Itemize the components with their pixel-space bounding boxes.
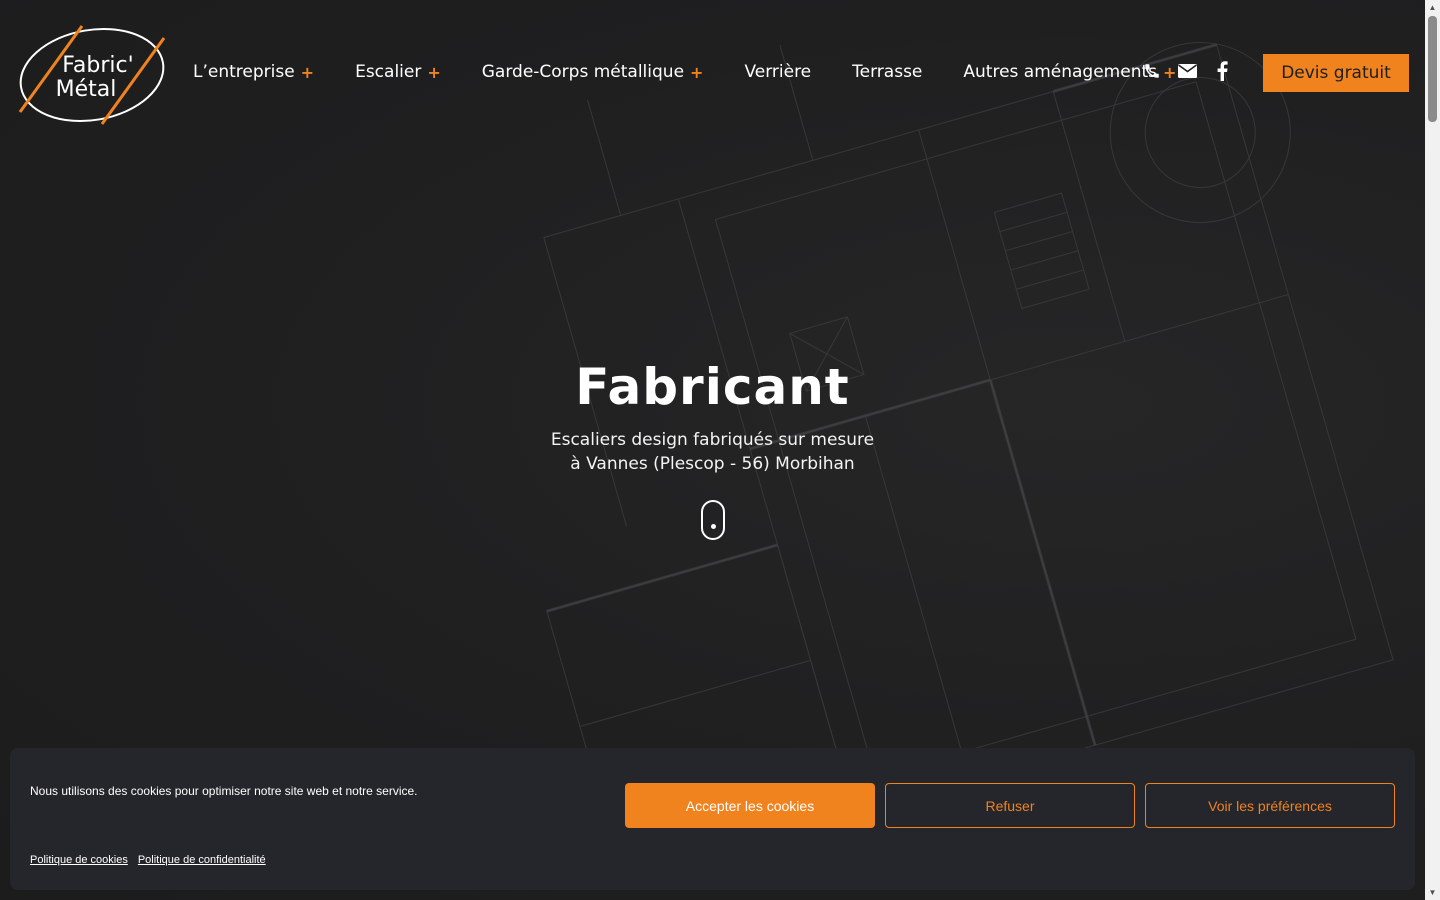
nav-item-label: Garde-Corps métallique xyxy=(481,62,685,82)
nav-item-entreprise[interactable]: L’entreprise + xyxy=(193,58,314,86)
nav-item-terrasse[interactable]: Terrasse xyxy=(852,58,922,86)
scroll-thumb[interactable] xyxy=(1428,16,1437,122)
nav-item-label: Autres aménagements xyxy=(963,62,1157,82)
mouse-wheel-dot xyxy=(711,524,716,529)
privacy-policy-link[interactable]: Politique de confidentialité xyxy=(138,854,266,866)
view-preferences-button[interactable]: Voir les préférences xyxy=(1145,783,1395,828)
logo-text-line2: Métal xyxy=(56,77,117,102)
hero-subtitle: Escaliers design fabriqués sur mesure à … xyxy=(0,428,1425,476)
page-scrollbar[interactable]: ▲ ▼ xyxy=(1425,0,1440,900)
nav-item-label: Verrière xyxy=(744,62,812,82)
main-navigation: L’entreprise + Escalier + Garde-Corps mé… xyxy=(193,58,1217,86)
nav-item-label: Terrasse xyxy=(852,62,923,82)
logo-text-line1: Fabric' xyxy=(62,53,133,78)
site-header: Fabric' Métal L’entreprise + Escalier + … xyxy=(0,0,1425,145)
cookie-policy-links: Politique de cookies Politique de confid… xyxy=(30,854,276,866)
devis-gratuit-button[interactable]: Devis gratuit xyxy=(1263,54,1409,92)
refuse-cookies-button[interactable]: Refuser xyxy=(885,783,1135,828)
nav-item-verriere[interactable]: Verrière xyxy=(744,58,811,86)
fabric-metal-logo[interactable]: Fabric' Métal xyxy=(16,24,168,126)
scroll-down-mouse-icon[interactable] xyxy=(701,500,725,540)
nav-item-escalier[interactable]: Escalier + xyxy=(355,58,441,86)
scroll-up-arrow-icon[interactable]: ▲ xyxy=(1425,0,1440,15)
mail-icon[interactable] xyxy=(1176,58,1198,84)
submenu-plus-icon: + xyxy=(300,62,315,82)
cookie-policy-link[interactable]: Politique de cookies xyxy=(30,854,128,866)
facebook-icon[interactable] xyxy=(1211,58,1233,84)
hero-title: Fabricant xyxy=(575,358,850,416)
submenu-plus-icon: + xyxy=(427,62,441,82)
cookie-message: Nous utilisons des cookies pour optimise… xyxy=(30,784,418,798)
hero-subtitle-line2: à Vannes (Plescop - 56) Morbihan xyxy=(570,454,855,474)
phone-icon[interactable] xyxy=(1141,58,1163,84)
nav-item-label: L’entreprise xyxy=(193,62,295,82)
submenu-plus-icon: + xyxy=(690,62,704,82)
nav-item-label: Escalier xyxy=(355,62,422,82)
scroll-down-arrow-icon[interactable]: ▼ xyxy=(1425,885,1440,900)
cookie-consent-banner: Nous utilisons des cookies pour optimise… xyxy=(10,748,1415,890)
contact-icons xyxy=(1141,58,1246,84)
logo-graphic: Fabric' Métal xyxy=(18,25,166,125)
hero-subtitle-line1: Escaliers design fabriqués sur mesure xyxy=(550,430,875,450)
accept-cookies-button[interactable]: Accepter les cookies xyxy=(625,783,875,828)
nav-item-garde-corps[interactable]: Garde-Corps métallique + xyxy=(482,58,704,86)
